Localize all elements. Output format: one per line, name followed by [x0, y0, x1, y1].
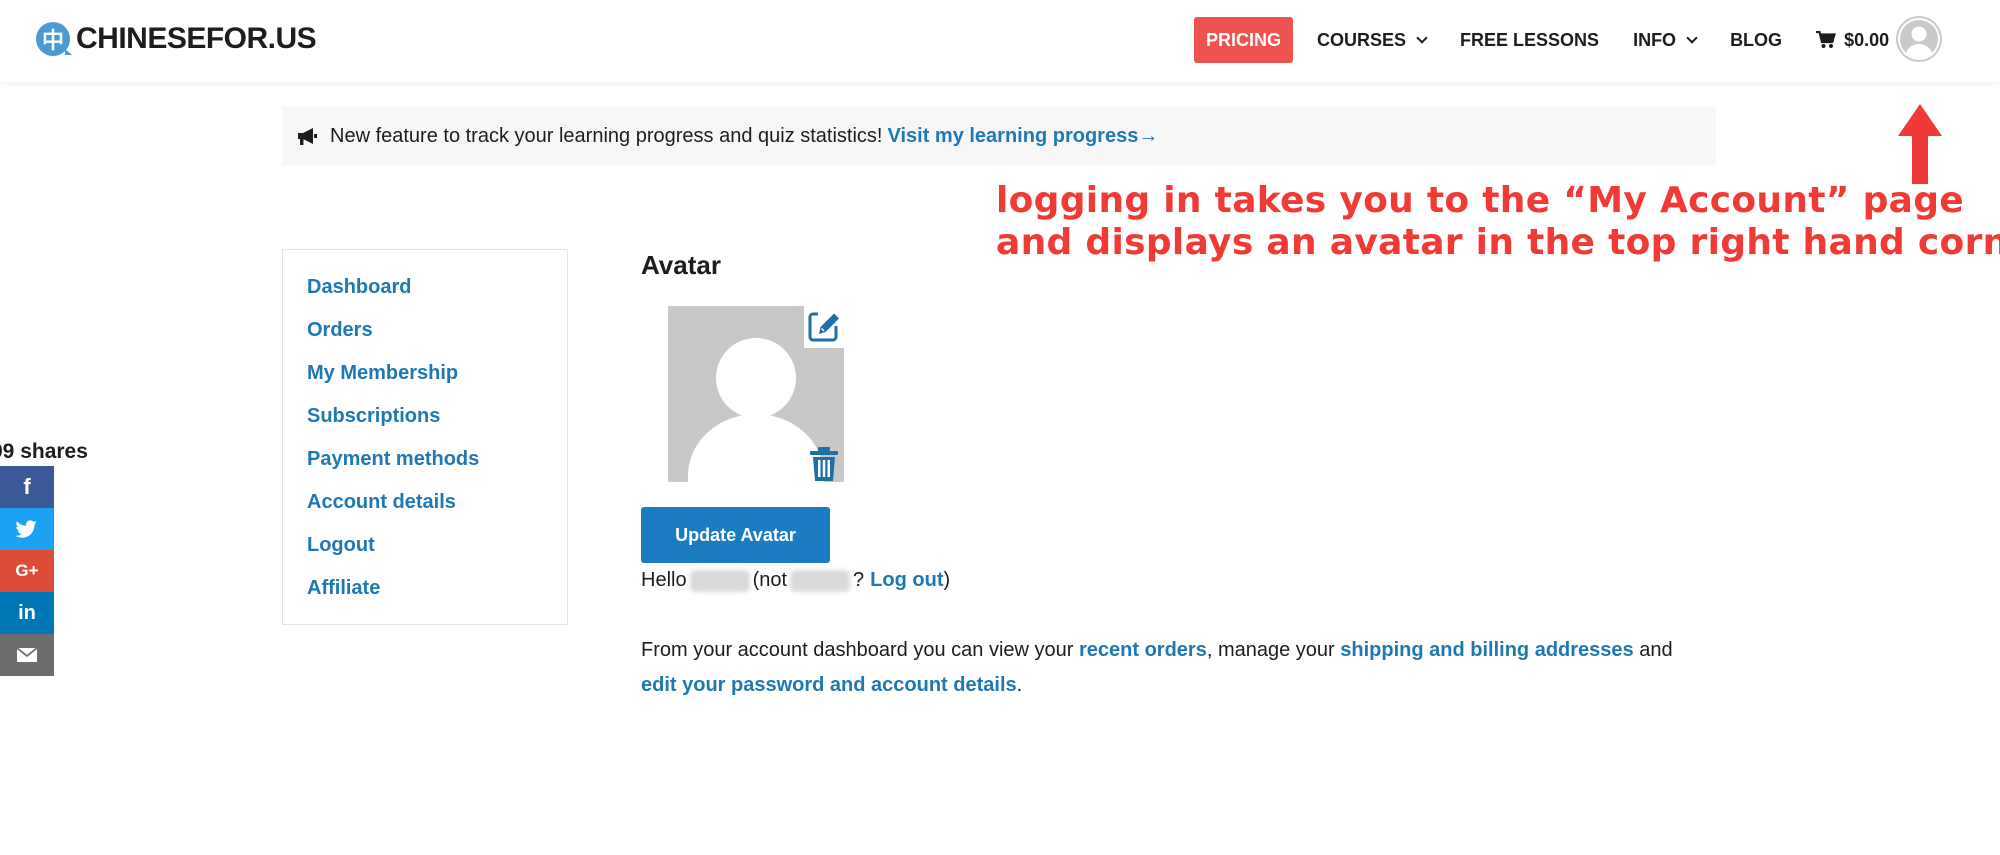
google-plus-share-button[interactable]: G+: [0, 550, 54, 592]
megaphone-icon: [298, 128, 317, 145]
user-avatar-icon[interactable]: [1895, 15, 1943, 63]
redacted-username: [689, 569, 750, 592]
nav-cart[interactable]: $0.00: [1816, 30, 1889, 51]
hello-greeting: Hello (not ? Log out ): [641, 569, 950, 592]
notice-text: New feature to track your learning progr…: [330, 124, 883, 147]
envelope-icon: [17, 648, 37, 662]
nav-blog[interactable]: BLOG: [1730, 30, 1782, 51]
cart-icon: [1816, 31, 1837, 48]
redacted-username: [790, 569, 851, 592]
sidebar-item-dashboard[interactable]: Dashboard: [307, 274, 567, 317]
sidebar-item-affiliate[interactable]: Affiliate: [307, 575, 567, 618]
nav-courses[interactable]: COURSES: [1317, 29, 1428, 51]
sidebar-item-logout[interactable]: Logout: [307, 532, 567, 575]
chevron-down-icon: [1416, 31, 1428, 44]
dashboard-text-4: .: [1016, 674, 1023, 696]
hello-not: (not: [752, 569, 788, 591]
sidebar-item-my-membership[interactable]: My Membership: [307, 360, 567, 403]
twitter-share-button[interactable]: [0, 508, 54, 550]
dashboard-description: From your account dashboard you can view…: [641, 633, 1701, 703]
shares-count: 99 shares: [0, 440, 88, 463]
hello-close: ): [943, 569, 951, 591]
sidebar-item-account-details[interactable]: Account details: [307, 489, 567, 532]
edit-avatar-icon[interactable]: [804, 306, 846, 348]
logout-link[interactable]: Log out: [870, 569, 943, 592]
feature-notice: New feature to track your learning progr…: [282, 106, 1716, 166]
hello-prefix: Hello: [641, 569, 687, 591]
annotation-text: logging in takes you to the “My Account”…: [996, 180, 2000, 264]
nav-info[interactable]: INFO: [1633, 29, 1698, 51]
addresses-link[interactable]: shipping and billing addresses: [1340, 639, 1633, 661]
sidebar-item-orders[interactable]: Orders: [307, 317, 567, 360]
learning-progress-link[interactable]: Visit my learning progress→: [887, 125, 1158, 148]
avatar-heading: Avatar: [641, 250, 721, 280]
logo-text: CHINESEFOR.US: [76, 22, 317, 55]
annotation-arrow-icon: [1898, 104, 1942, 184]
hello-question: ?: [853, 569, 865, 591]
linkedin-icon: in: [18, 601, 36, 624]
delete-avatar-icon[interactable]: [809, 446, 839, 482]
annotation-line-2: and displays an avatar in the top right …: [996, 222, 2000, 263]
twitter-icon: [16, 520, 37, 538]
sidebar-item-subscriptions[interactable]: Subscriptions: [307, 403, 567, 446]
cart-total: $0.00: [1844, 29, 1890, 50]
google-plus-icon: G+: [15, 561, 39, 580]
dashboard-text-1: From your account dashboard you can view…: [641, 639, 1079, 661]
account-details-link[interactable]: edit your password and account details: [641, 674, 1017, 696]
site-logo[interactable]: 中 CHINESEFOR.US: [36, 22, 317, 56]
update-avatar-button[interactable]: Update Avatar: [641, 507, 830, 563]
nav-free-lessons[interactable]: FREE LESSONS: [1460, 30, 1599, 51]
nav-pricing-button[interactable]: PRICING: [1194, 17, 1294, 63]
logo-mark-icon: 中: [36, 22, 72, 56]
linkedin-share-button[interactable]: in: [0, 592, 54, 634]
email-share-button[interactable]: [0, 634, 54, 676]
annotation-line-1: logging in takes you to the “My Account”…: [996, 180, 1965, 221]
chevron-down-icon: [1686, 31, 1698, 44]
account-sidebar: Dashboard Orders My Membership Subscript…: [282, 249, 568, 625]
dashboard-text-3: and: [1633, 639, 1673, 661]
dashboard-text-2: , manage your: [1206, 639, 1341, 661]
sidebar-item-payment-methods[interactable]: Payment methods: [307, 446, 567, 489]
facebook-icon: f: [23, 474, 31, 499]
nav-info-label: INFO: [1633, 29, 1677, 50]
nav-courses-label: COURSES: [1317, 29, 1407, 50]
site-header: 中 CHINESEFOR.US PRICING COURSES FREE LES…: [0, 0, 2000, 82]
facebook-share-button[interactable]: f: [0, 466, 54, 508]
recent-orders-link[interactable]: recent orders: [1079, 639, 1207, 661]
main-nav: PRICING COURSES FREE LESSONS INFO BLOG $…: [1194, 17, 1923, 63]
